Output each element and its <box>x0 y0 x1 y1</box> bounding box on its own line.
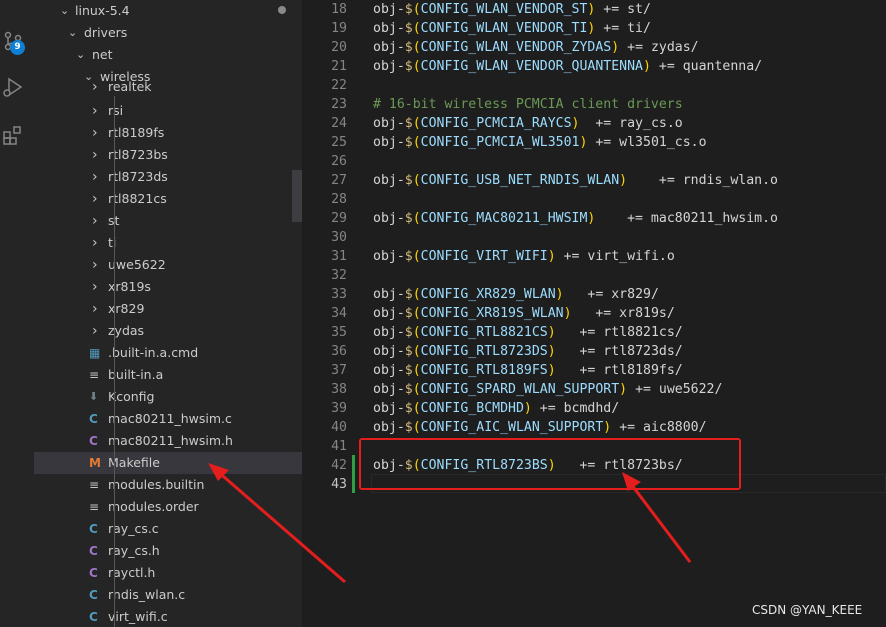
annotation-arrow-makefile <box>215 468 346 584</box>
annotation-arrow-line42 <box>626 479 692 563</box>
annotation-arrows <box>208 463 692 584</box>
annotation-arrowhead-line42 <box>622 472 641 491</box>
watermark: CSDN @YAN_KEEE <box>752 603 863 617</box>
